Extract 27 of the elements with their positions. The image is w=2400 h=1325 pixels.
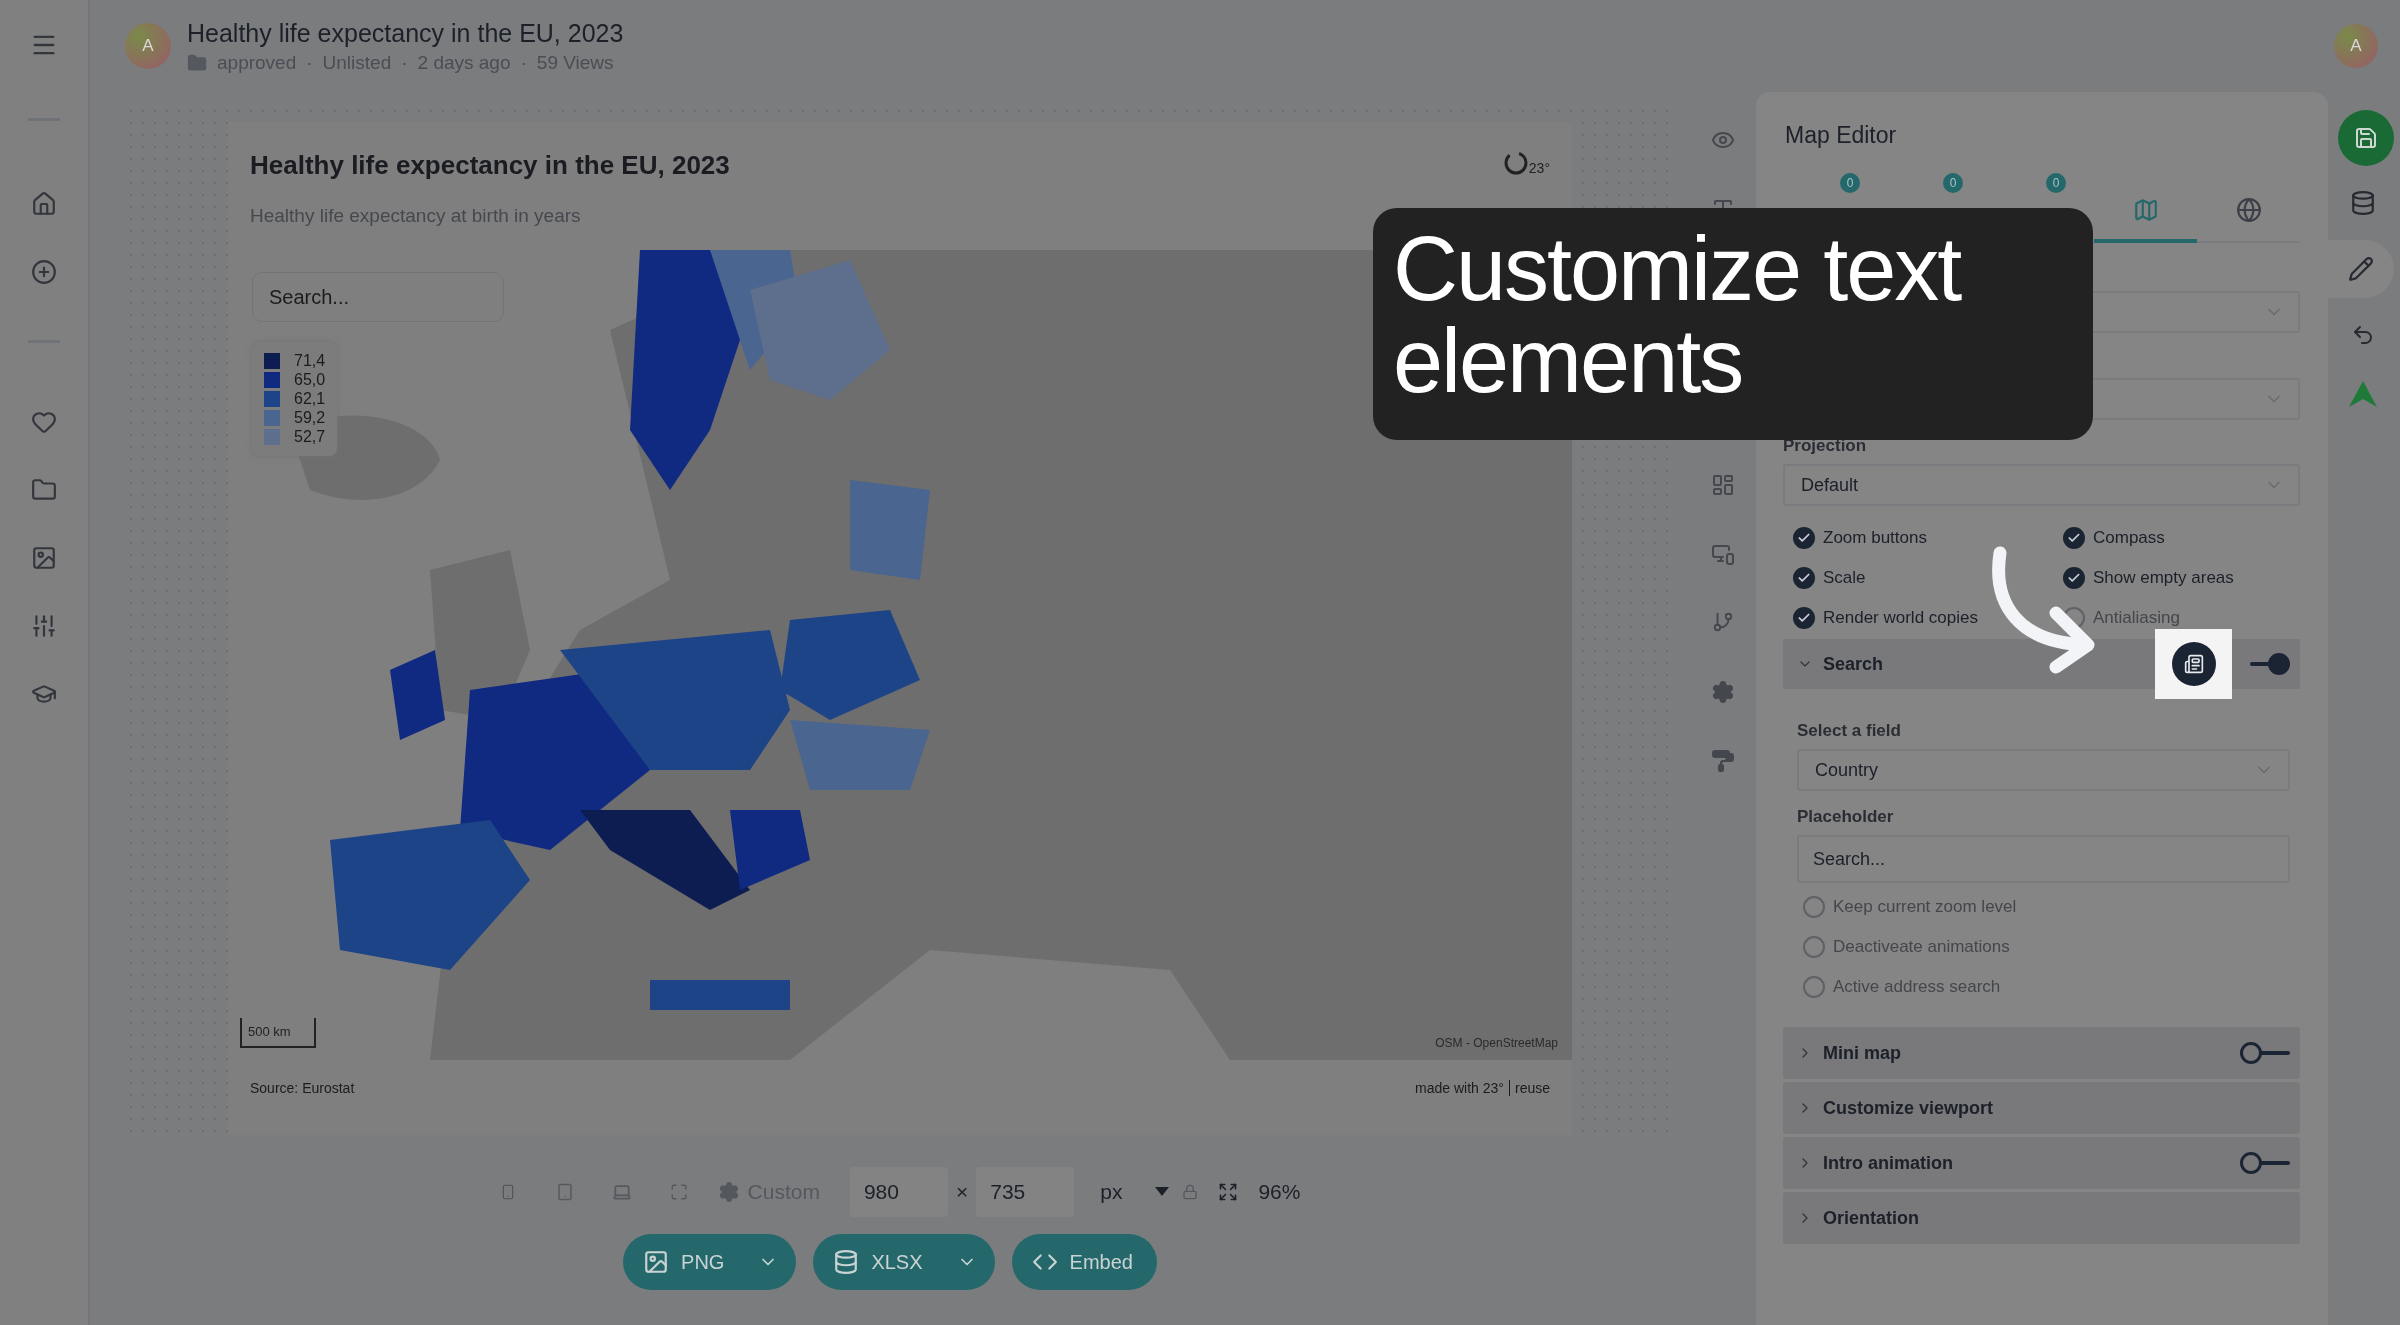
legend-label: 71,4 [294, 352, 326, 370]
field-label: Placeholder [1797, 807, 1895, 827]
user-avatar: A [125, 23, 171, 69]
project-title: Healthy life expectancy in the EU, 2023 [187, 18, 625, 48]
legend-label: 59,2 [294, 409, 326, 427]
legend-label: 62,1 [294, 390, 326, 408]
separator-dot: · [401, 51, 408, 74]
zoom-level: 96% [1258, 1180, 1301, 1204]
legend-label: 52,7 [294, 428, 326, 446]
credit-text: made with 23° [1415, 1080, 1504, 1096]
logo: 23° [1502, 150, 1550, 176]
times-sign: × [955, 1180, 969, 1204]
chart-subtitle: Healthy life expectancy at birth in years [250, 205, 582, 227]
scale-bar: 500 km [240, 1018, 316, 1048]
count-badge: 0 [2046, 173, 2066, 193]
separator-dot: · [520, 51, 527, 74]
separator-dot: · [306, 51, 313, 74]
count-badge: 0 [1840, 173, 1860, 193]
source-note: Source: Eurostat [250, 1080, 355, 1096]
field-label: Select a field [1797, 721, 1902, 741]
hint-tooltip: Customize text elements [1373, 208, 2093, 440]
panel-title: Map Editor [1784, 122, 1898, 149]
chart-title: Healthy life expectancy in the EU, 2023 [250, 150, 730, 181]
unit-label: px [1100, 1180, 1123, 1204]
map-attribution: OSM - OpenStreetMap [1435, 1036, 1558, 1050]
legend-label: 65,0 [294, 371, 326, 389]
count-badge: 0 [1943, 173, 1963, 193]
